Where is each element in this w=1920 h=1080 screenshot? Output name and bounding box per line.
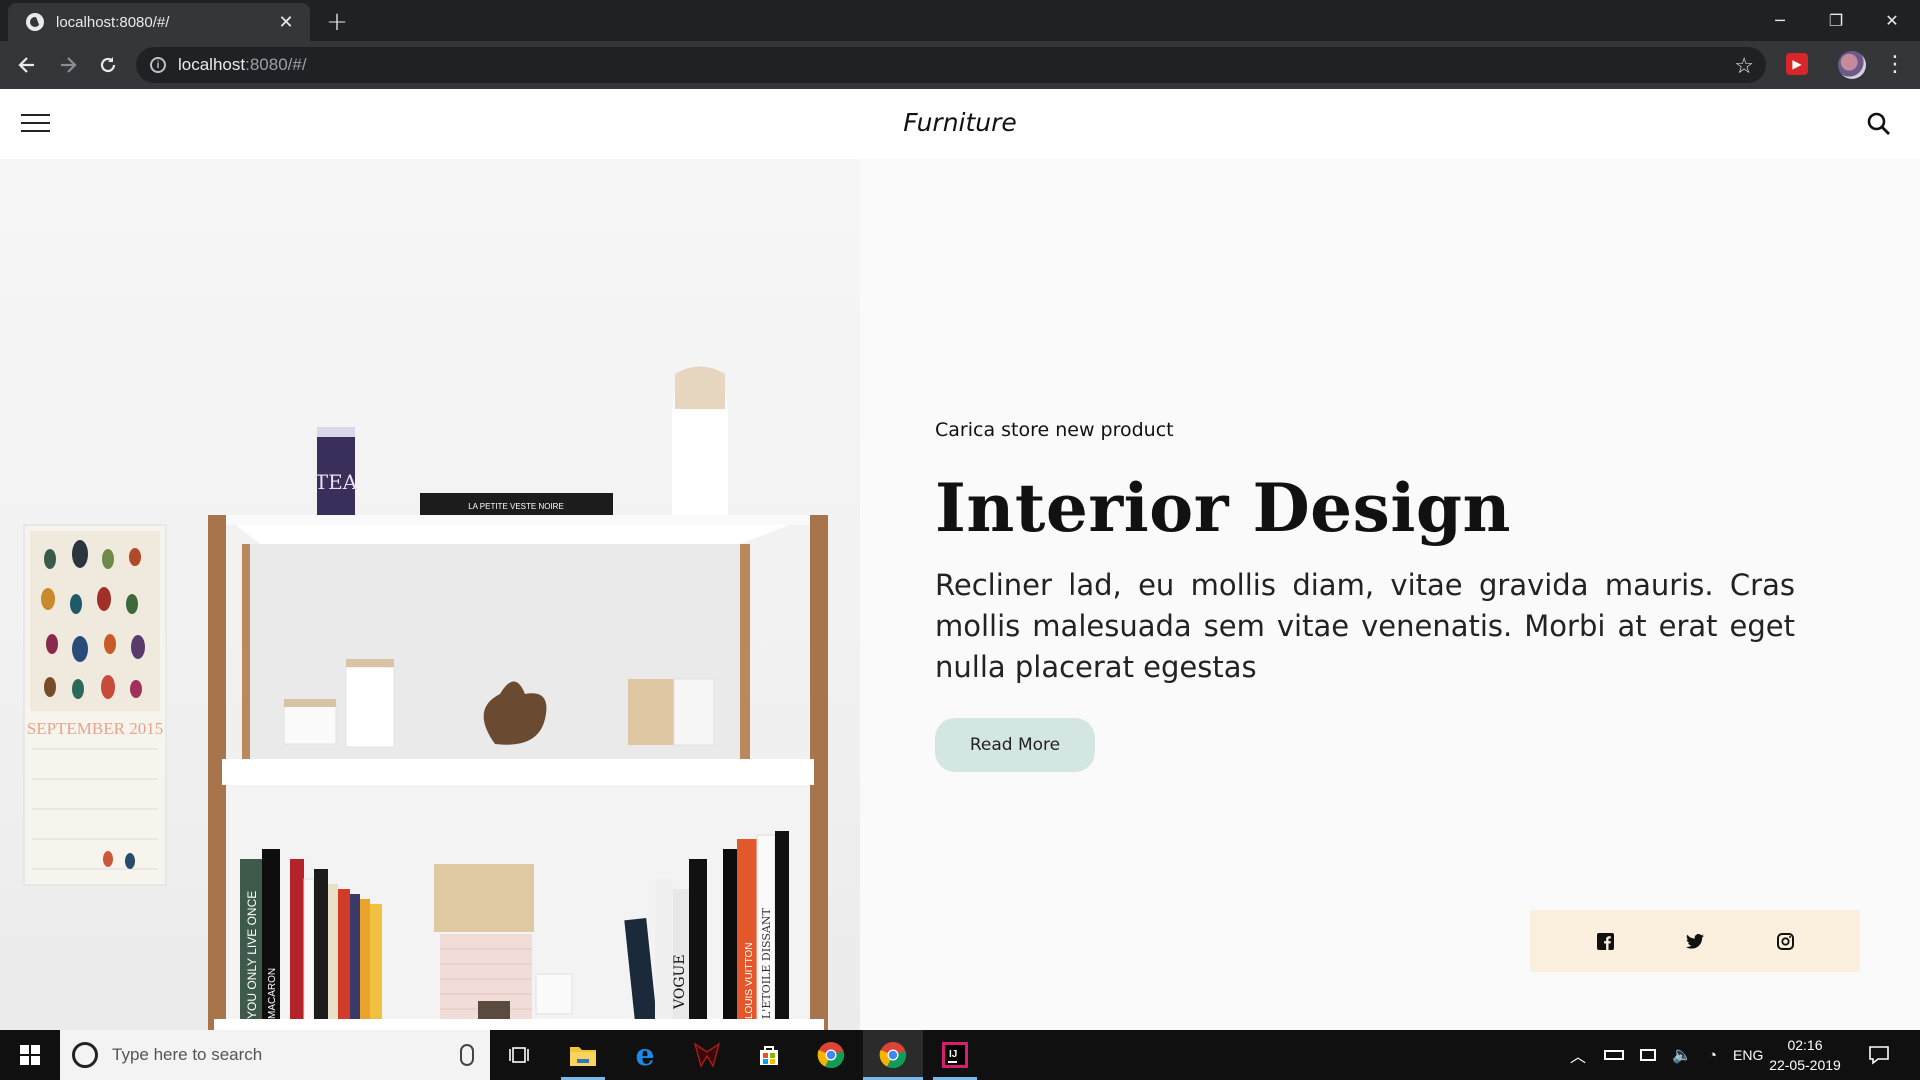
bookmark-star-icon[interactable]: ☆ [1734,53,1754,79]
edge-button[interactable]: e [615,1030,675,1080]
site-info-icon[interactable]: i [150,57,166,73]
instagram-icon[interactable] [1775,931,1795,951]
intellij-button[interactable]: IJ [925,1030,985,1080]
network-adapter-icon[interactable] [1640,1049,1657,1061]
profile-avatar[interactable] [1838,51,1866,79]
wall-calendar: SEPTEMBER 2015 [23,524,167,886]
tab-title: localhost:8080/#/ [56,13,170,31]
site-header: Furniture [0,89,1920,159]
site-logo[interactable]: Furniture [0,108,1920,137]
facebook-icon[interactable] [1595,931,1615,951]
store-button[interactable] [739,1030,799,1080]
shelf-illustration: SEPTEMBER 2015 TEA LA PETITE VESTE NOIRE [23,366,828,1030]
twitter-icon[interactable] [1685,931,1705,951]
action-center-button[interactable] [1868,1030,1890,1080]
chrome-active-button[interactable] [863,1030,923,1080]
clock-time: 02:16 [1787,1037,1823,1053]
hero-body: Recliner lad, eu mollis diam, vitae grav… [935,568,1795,684]
task-view-button[interactable] [490,1030,550,1080]
social-links [1530,910,1860,972]
task-view-icon [509,1047,529,1063]
hero-eyebrow: Carica store new product [935,419,1174,441]
system-tray: ︿ 🔈 ◔ ENG [1570,1030,1763,1080]
page-viewport: Furniture SEPTEMBER 2015 TEA LA PETITE V… [0,89,1920,1030]
read-more-button[interactable]: Read More [935,718,1095,772]
svg-text:IJ: IJ [949,1049,957,1060]
hero-content: Carica store new product Interior Design… [860,159,1920,1030]
spine-3: VOGUE [672,954,688,1010]
edge-icon: e [635,1037,655,1073]
spine-1: YOU ONLY LIVE ONCE [245,891,259,1019]
taskbar-search[interactable]: Type here to search [60,1030,490,1080]
predator-icon [693,1042,721,1068]
window-close-button[interactable]: ✕ [1864,0,1920,41]
browser-toolbar: i localhost:8080/#/ ☆ ▶ ⋮ [0,41,1920,89]
hero-headline: Interior Design [935,469,1512,547]
search-icon[interactable] [1866,111,1892,137]
chrome-icon [879,1042,907,1069]
notification-icon [1869,1046,1889,1065]
forward-arrow-icon [61,57,77,73]
file-explorer-button[interactable] [553,1030,613,1080]
calendar-label: SEPTEMBER 2015 [27,719,164,738]
middle-shelf [222,759,814,785]
extension-icon[interactable]: ▶ [1786,53,1808,75]
volume-icon[interactable]: 🔈 [1672,1045,1692,1065]
chrome-icon [817,1042,845,1069]
url-host: localhost [178,55,246,74]
gaming-app-button[interactable] [677,1030,737,1080]
tray-expand-icon[interactable]: ︿ [1570,1043,1586,1067]
cortana-icon [72,1042,98,1068]
language-indicator[interactable]: ENG [1733,1047,1763,1063]
battery-icon[interactable] [1604,1050,1625,1060]
reload-button[interactable] [93,50,123,80]
hero-image: SEPTEMBER 2015 TEA LA PETITE VESTE NOIRE [0,159,860,1030]
forward-button[interactable] [53,50,83,80]
store-icon [760,1046,778,1065]
browser-tab[interactable]: localhost:8080/#/ ✕ [8,3,310,41]
reload-icon [100,57,116,73]
book-flat-title: LA PETITE VESTE NOIRE [468,502,564,511]
taskbar-search-placeholder: Type here to search [112,1045,263,1064]
browser-menu-icon[interactable]: ⋮ [1880,49,1910,79]
back-arrow-icon [18,57,34,73]
new-tab-button[interactable]: + [322,7,352,37]
tea-label: TEA [315,470,358,494]
window-restore-button[interactable]: ❐ [1808,0,1864,41]
windows-logo-icon [20,1045,40,1065]
spine-2: MACARON [267,968,278,1019]
url-path: :8080/#/ [245,55,307,74]
os-taskbar: Type here to search e IJ ︿ 🔈 ◔ ENG 02:16… [0,1030,1920,1080]
chrome-button[interactable] [801,1030,861,1080]
envelope-box [434,864,534,932]
browser-tab-strip: localhost:8080/#/ ✕ + ─ ❐ ✕ [0,0,1920,41]
intellij-icon: IJ [942,1042,968,1068]
folder-icon [570,1047,596,1066]
clock-date: 22-05-2019 [1769,1057,1841,1073]
address-bar[interactable]: i localhost:8080/#/ ☆ [136,47,1766,83]
window-minimize-button[interactable]: ─ [1752,0,1808,41]
system-clock[interactable]: 02:16 22-05-2019 [1760,1035,1850,1075]
globe-icon [26,13,44,31]
spine-5: L'ETOILE DISSANT [760,907,773,1019]
paper-box [628,679,674,745]
back-button[interactable] [12,50,42,80]
start-button[interactable] [0,1030,60,1080]
tab-close-icon[interactable]: ✕ [276,12,296,32]
wifi-icon[interactable]: ◔ [1708,1047,1717,1064]
microphone-icon[interactable] [460,1044,474,1066]
spine-4: LOUIS VUITTON [744,943,755,1020]
